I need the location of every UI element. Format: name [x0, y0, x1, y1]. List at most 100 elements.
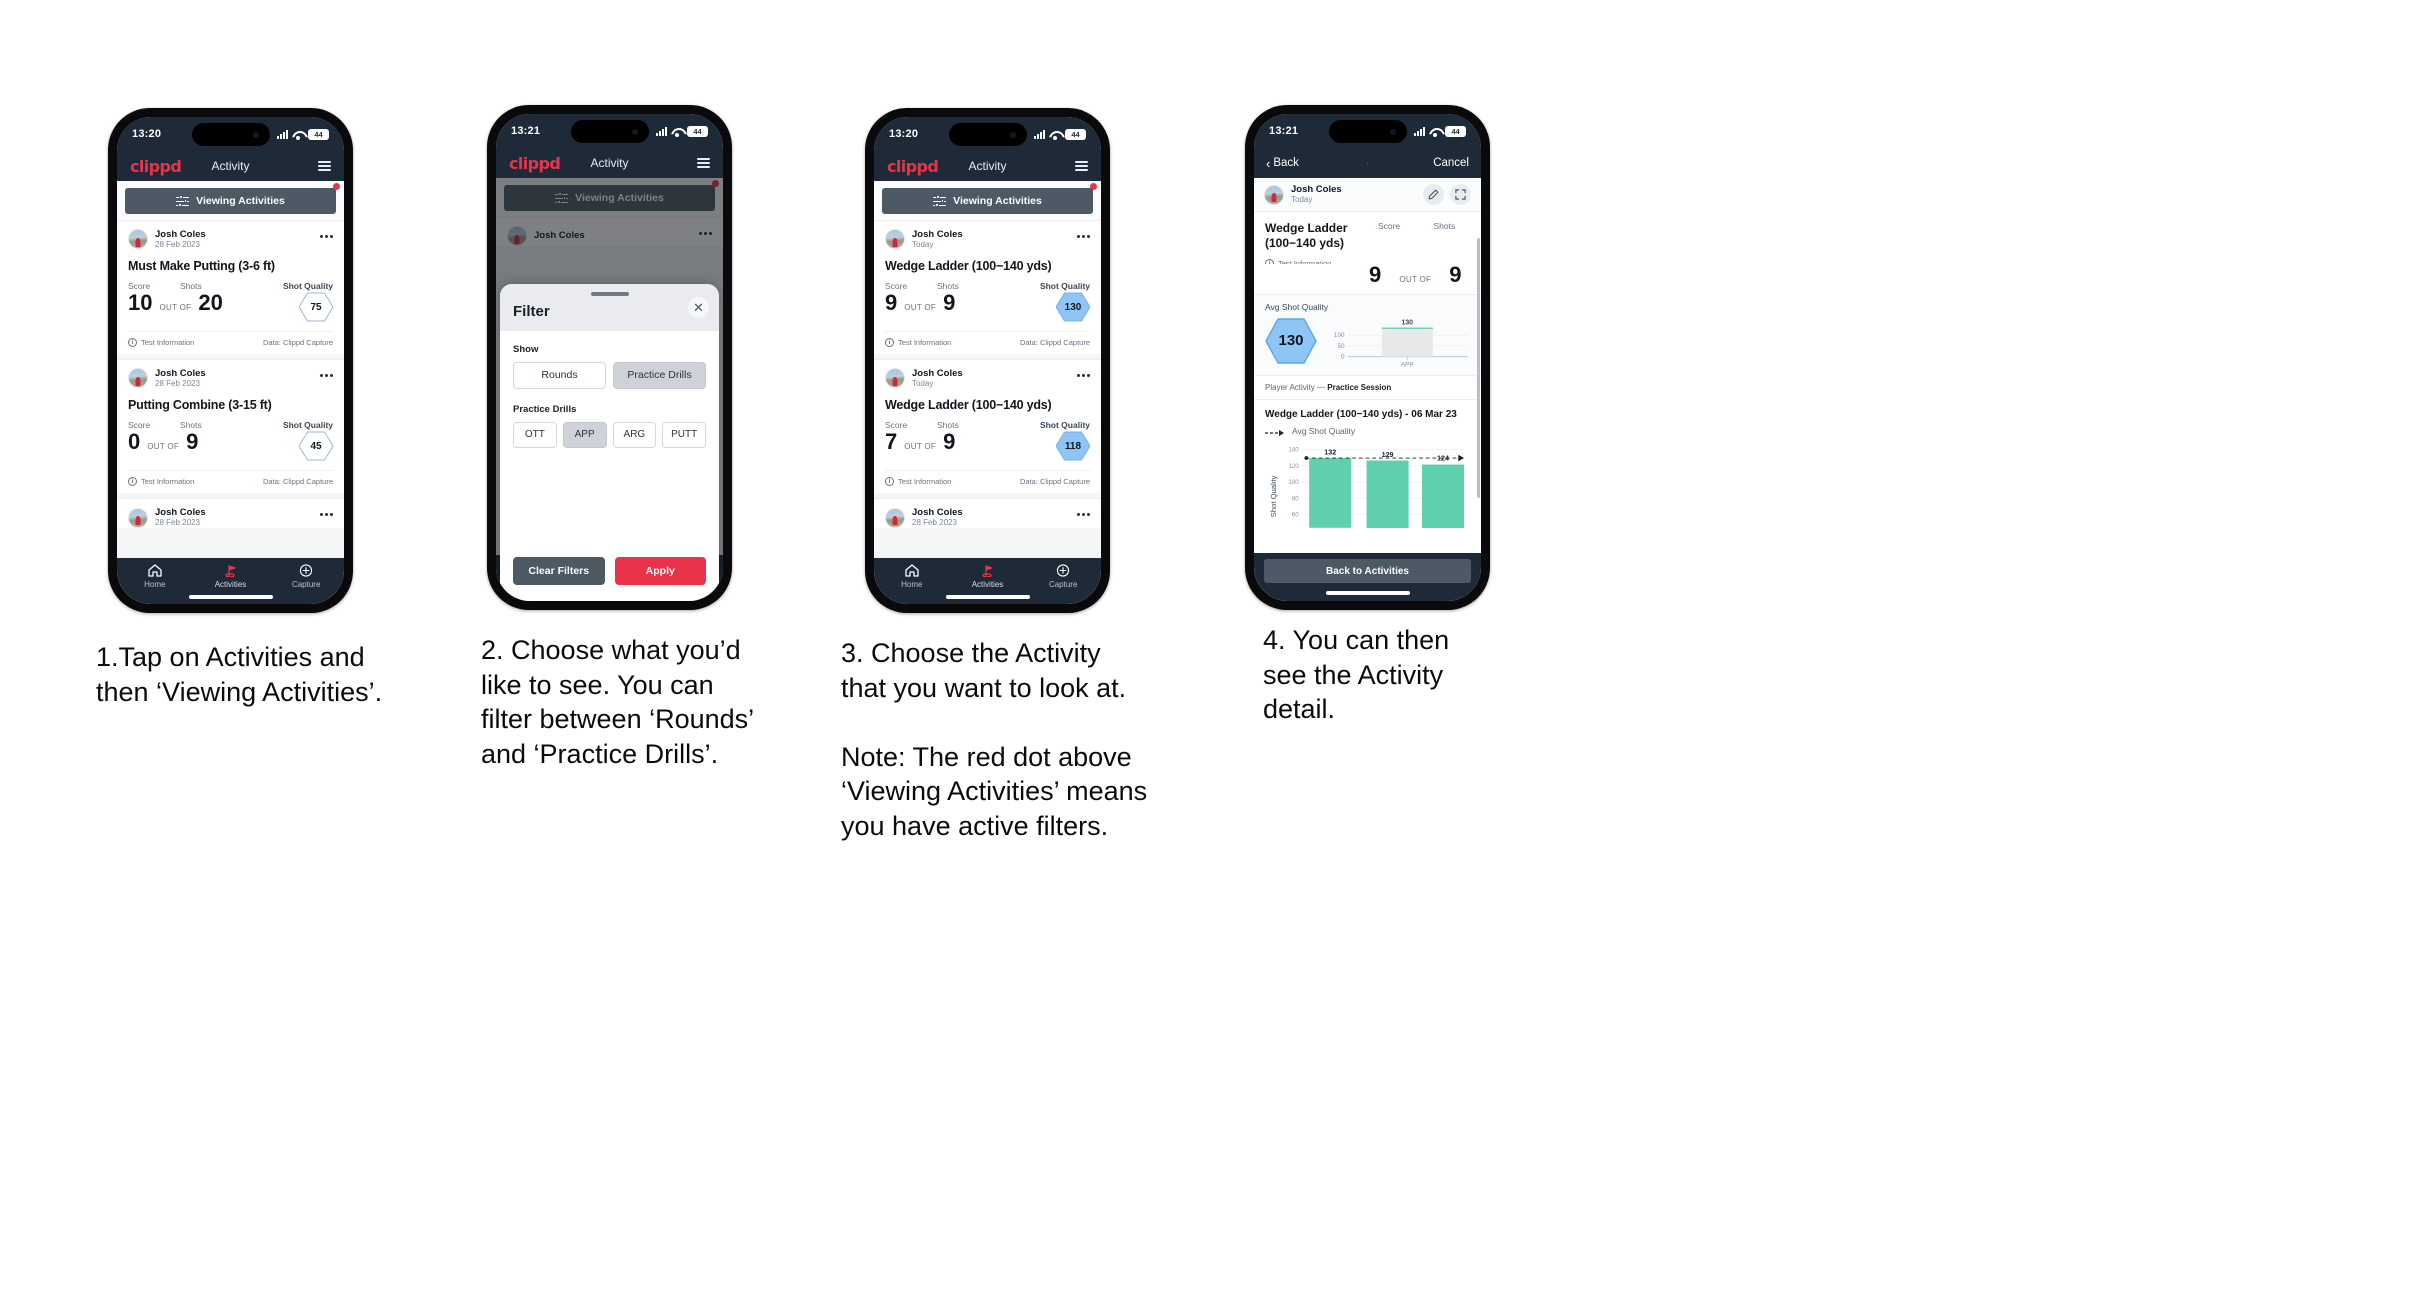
activity-card[interactable]: Josh Coles 28 Feb 2023 Putting Combine (… — [117, 359, 344, 494]
card-overflow-menu-icon[interactable] — [319, 373, 333, 383]
app-body-2: Viewing Activities Josh Coles — [496, 178, 723, 601]
avatar — [885, 507, 905, 528]
tab-activities[interactable]: Activities — [950, 564, 1026, 589]
battery-icon: 44 — [1065, 128, 1086, 140]
card-overflow-menu-icon[interactable] — [1076, 373, 1090, 383]
shot-quality-label: Shot Quality — [282, 419, 333, 430]
back-button[interactable]: ‹ Back — [1266, 157, 1299, 170]
svg-text:100: 100 — [1288, 479, 1299, 486]
activity-card-list-1[interactable]: Josh Coles 28 Feb 2023 Must Make Putting… — [117, 220, 344, 558]
tab-activities[interactable]: Activities — [193, 564, 269, 589]
clear-filters-button[interactable]: Clear Filters — [513, 557, 605, 585]
card-user-meta: Josh Coles 28 Feb 2023 — [155, 507, 206, 528]
chip-app[interactable]: APP — [562, 421, 607, 448]
card-overflow-menu-icon[interactable] — [1076, 234, 1090, 244]
hamburger-menu-icon[interactable] — [318, 161, 331, 171]
tab-activities-label: Activities — [971, 580, 1004, 589]
viewing-activities-button[interactable]: Viewing Activities — [882, 188, 1093, 214]
segment-rounds[interactable]: Rounds — [513, 361, 606, 389]
expand-icon[interactable] — [1450, 184, 1471, 205]
avatar — [128, 368, 148, 389]
activity-card[interactable]: Josh Coles Today Wedge Ladder (100−140 y… — [874, 220, 1101, 355]
status-bar: 13:21 44 — [496, 114, 723, 148]
back-to-activities-bar: Back to Activities — [1254, 553, 1481, 601]
hexagon-badge: 130 — [1056, 292, 1090, 322]
scrollbar[interactable] — [1477, 238, 1480, 498]
activity-title: Putting Combine (3-15 ft) — [128, 397, 272, 412]
tab-home[interactable]: Home — [117, 564, 193, 589]
score-value: 7 — [885, 428, 898, 454]
segment-practice-drills[interactable]: Practice Drills — [613, 361, 706, 389]
card-header: Josh Coles 28 Feb 2023 — [885, 507, 1090, 528]
status-indicators: 44 — [277, 128, 329, 140]
page-title: Activity — [968, 159, 1007, 173]
tab-capture[interactable]: Capture — [1025, 564, 1101, 589]
shot-quality-value: 130 — [1064, 301, 1082, 313]
card-overflow-menu-icon[interactable] — [1076, 513, 1090, 522]
score-value: 10 — [128, 289, 153, 315]
tab-activities-label: Activities — [214, 580, 247, 589]
card-footer: i Test Information Data: Clippd Capture — [885, 470, 1090, 493]
activity-card[interactable]: Josh Coles Today Wedge Ladder (100−140 y… — [874, 359, 1101, 494]
avatar — [885, 229, 905, 250]
status-indicators: 44 — [1414, 125, 1466, 137]
clippd-logo[interactable]: clippd — [509, 154, 561, 173]
activity-title: Wedge Ladder (100−140 yds) — [885, 258, 1052, 273]
apply-button[interactable]: Apply — [614, 557, 706, 585]
activity-card[interactable]: Josh Coles 28 Feb 2023 — [874, 498, 1101, 528]
phone-screen-3: 13:20 44 clippd Activity Viewing Activit… — [874, 117, 1101, 604]
wifi-icon — [1429, 127, 1441, 137]
tab-capture[interactable]: Capture — [268, 564, 344, 589]
card-overflow-menu-icon[interactable] — [319, 234, 333, 244]
bottom-tab-bar-3[interactable]: Home Activities Capture — [874, 558, 1101, 604]
wifi-icon — [671, 127, 683, 137]
tab-home-label: Home — [144, 580, 166, 589]
svg-text:124: 124 — [1437, 454, 1449, 462]
activity-title: Wedge Ladder (100−140 yds) — [885, 397, 1052, 412]
hamburger-menu-icon[interactable] — [1075, 161, 1088, 171]
bottom-tab-bar-1[interactable]: Home Activities Capture — [117, 558, 344, 604]
card-overflow-menu-icon[interactable] — [319, 513, 333, 522]
chip-arg[interactable]: ARG — [612, 421, 657, 448]
card-header: Josh Coles 28 Feb 2023 — [128, 368, 333, 389]
hexagon-badge-large: 130 — [1265, 317, 1317, 364]
clippd-logo[interactable]: clippd — [887, 157, 939, 176]
active-filters-red-dot — [333, 183, 340, 190]
avg-shot-quality-row: 130 100 50 0 130 APP — [1265, 315, 1470, 368]
test-information[interactable]: i Test Information — [128, 338, 194, 348]
close-icon[interactable]: ✕ — [688, 297, 709, 318]
chip-putt[interactable]: PUTT — [662, 421, 706, 448]
shots-value: 9 — [1449, 261, 1462, 287]
back-to-activities-button[interactable]: Back to Activities — [1264, 559, 1471, 583]
activity-card[interactable]: Josh Coles 28 Feb 2023 — [117, 498, 344, 528]
test-information[interactable]: i Test Information — [128, 477, 195, 487]
avg-shot-quality-mini-chart: 100 50 0 130 APP — [1323, 315, 1470, 368]
notch — [948, 123, 1027, 146]
activity-card[interactable]: Josh Coles 28 Feb 2023 Must Make Putting… — [117, 220, 344, 355]
pencil-icon[interactable] — [1423, 184, 1444, 205]
tab-home[interactable]: Home — [874, 564, 950, 589]
shots-label: Shots — [1433, 221, 1456, 231]
home-indicator — [188, 595, 273, 599]
svg-text:50: 50 — [1337, 342, 1345, 349]
svg-text:132: 132 — [1324, 448, 1336, 456]
svg-text:120: 120 — [1288, 462, 1299, 469]
clippd-logo[interactable]: clippd — [130, 157, 182, 176]
viewing-activities-button[interactable]: Viewing Activities — [125, 188, 336, 214]
cancel-button[interactable]: Cancel — [1433, 157, 1469, 169]
test-information[interactable]: i Test Information — [885, 477, 951, 487]
legend-dash-icon — [1265, 428, 1287, 436]
test-information-label: Test Information — [141, 477, 195, 487]
cellular-signal-icon — [277, 129, 288, 139]
chip-ott[interactable]: OTT — [513, 421, 557, 448]
sheet-grabber[interactable] — [590, 292, 629, 296]
nav-center-dot: · — [1365, 157, 1370, 169]
test-information[interactable]: i Test Information — [885, 338, 951, 348]
hamburger-menu-icon[interactable] — [697, 158, 710, 168]
plus-circle-icon — [300, 564, 313, 577]
activity-card-list-3[interactable]: Josh Coles Today Wedge Ladder (100−140 y… — [874, 220, 1101, 558]
shots-value: 9 — [186, 428, 199, 454]
avatar — [1264, 184, 1284, 205]
stat-values: 10 OUT OF 20 75 — [128, 289, 333, 324]
battery-icon: 44 — [308, 128, 329, 140]
